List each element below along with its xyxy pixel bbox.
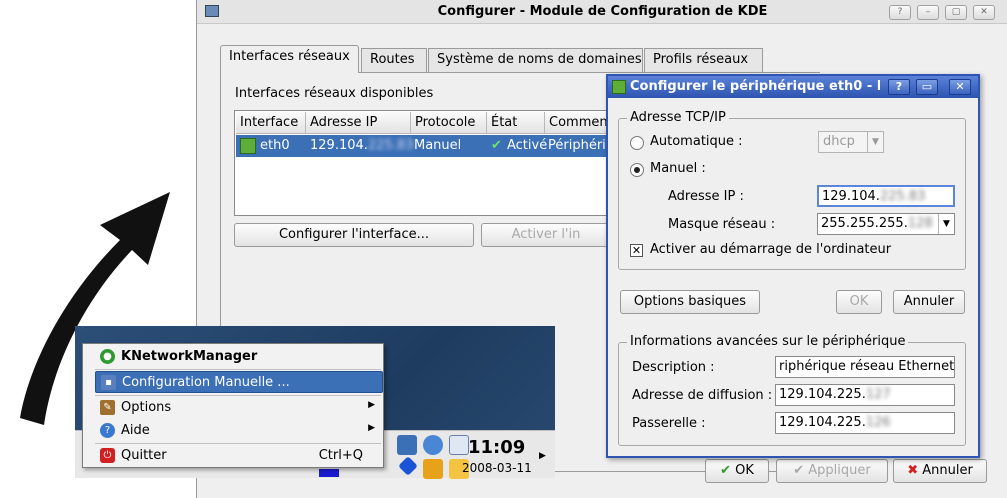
wrench-icon: ✎ [100, 400, 115, 415]
dialog-titlebar[interactable]: Configurer le périphérique eth0 - Mo ? ▭… [608, 76, 978, 98]
gateway-field[interactable]: 129.104.225.126 [775, 412, 955, 434]
check-icon: ✔ [793, 463, 805, 478]
ip-label: Adresse IP : [668, 189, 744, 204]
dialog-ok-button[interactable]: OK [836, 290, 882, 314]
check-icon: ✔ [720, 463, 731, 478]
chevron-right-icon[interactable]: ▶ [539, 451, 546, 461]
knetworkmanager-menu: ● KNetworkManager ▪ Configuration Manuel… [82, 343, 384, 468]
gateway-label: Passerelle : [632, 416, 706, 431]
cell-interface: eth0 [260, 138, 290, 153]
help-icon: ? [100, 423, 115, 438]
description-label: Description : [632, 360, 715, 375]
window-title: Configurer - Module de Configuration de … [437, 4, 768, 19]
ip-value: 129.104. [822, 189, 880, 204]
advanced-info-group-title: Informations avancées sur le périphériqu… [627, 334, 909, 349]
maximize-button[interactable]: ▭ [916, 79, 938, 95]
gateway-hidden: 126 [865, 415, 891, 430]
help-button[interactable]: ? [889, 5, 911, 20]
kopete-icon[interactable] [423, 435, 443, 455]
broadcast-field[interactable]: 129.104.225.127 [775, 384, 955, 406]
tab-profiles[interactable]: Profils réseaux [644, 48, 763, 72]
clock-date: 2008-03-11 [462, 461, 532, 475]
diamond-icon[interactable] [398, 456, 418, 476]
dhcp-value: dhcp [823, 134, 855, 149]
interfaces-table[interactable]: Interface Adresse IP Protocole État Comm… [234, 110, 614, 216]
tab-dns[interactable]: Système de noms de domaines [428, 48, 643, 72]
broadcast-label: Adresse de diffusion : [632, 388, 773, 403]
dhcp-combo[interactable]: dhcp ▼ [818, 131, 884, 153]
configure-interface-button[interactable]: Configurer l'interface... [234, 223, 474, 247]
apply-button[interactable]: ✔ Appliquer [776, 459, 888, 483]
auto-radio[interactable] [630, 136, 644, 150]
chevron-right-icon: ▶ [368, 400, 375, 410]
help-button[interactable]: ? [888, 79, 910, 95]
check-icon: ✔ [491, 138, 502, 153]
gateway-value: 129.104.225. [779, 415, 866, 430]
configure-device-dialog: Configurer le périphérique eth0 - Mo ? ▭… [606, 74, 980, 458]
menu-item-help[interactable]: ? Aide ▶ [95, 420, 383, 442]
cancel-icon: ✖ [907, 463, 919, 478]
window-titlebar[interactable]: Configurer - Module de Configuration de … [197, 0, 1007, 24]
broadcast-value: 129.104.225. [779, 387, 866, 402]
chevron-down-icon: ▼ [867, 132, 883, 152]
cell-state: Activé [507, 138, 548, 153]
ip-hidden: 225.83 [879, 189, 926, 204]
pager-icon[interactable] [319, 469, 339, 477]
cell-comment: Périphériq [548, 138, 614, 153]
col-state[interactable]: État [487, 112, 545, 134]
calendar-icon[interactable] [449, 435, 469, 455]
network-tray-icon[interactable] [397, 435, 417, 455]
mask-value: 255.255.255. [821, 216, 908, 231]
dialog-cancel-button[interactable]: Annuler [893, 290, 965, 314]
auto-label: Automatique : [650, 134, 743, 149]
mask-hidden: 128 [907, 216, 933, 231]
close-button[interactable]: ✕ [949, 79, 971, 95]
available-interfaces-label: Interfaces réseaux disponibles [235, 86, 434, 101]
menu-item-quit[interactable]: ⏻ Quitter Ctrl+Q [95, 445, 383, 467]
col-interface[interactable]: Interface [236, 112, 306, 134]
knetworkmanager-icon: ● [100, 349, 115, 364]
netmask-combo[interactable]: 255.255.255.128 ▼ [817, 213, 955, 235]
tcp-ip-group-title: Adresse TCP/IP [627, 110, 729, 125]
network-icon: ▪ [101, 375, 116, 390]
col-protocol[interactable]: Protocole [411, 112, 487, 134]
broadcast-hidden: 127 [865, 387, 891, 402]
ok-button[interactable]: ✔ OK [705, 459, 769, 483]
menu-item-options[interactable]: ✎ Options ▶ [95, 397, 383, 419]
tab-routes[interactable]: Routes [361, 48, 427, 72]
table-row[interactable]: eth0 129.104. 225.83 Manuel ✔ Activé Pér… [236, 135, 614, 157]
col-comment[interactable]: Comment [545, 112, 613, 134]
menu-item-manual-config[interactable]: ▪ Configuration Manuelle ... [95, 371, 383, 393]
ip-address-field[interactable]: 129.104.225.83 [817, 185, 955, 207]
mask-label: Masque réseau : [668, 217, 776, 232]
description-field[interactable]: riphérique réseau Ethernet [775, 356, 955, 378]
network-card-icon [240, 138, 256, 154]
activate-interface-button[interactable]: Activer l'in [481, 223, 611, 247]
folder-icon[interactable] [423, 459, 443, 479]
col-ip[interactable]: Adresse IP [306, 112, 411, 134]
chevron-right-icon: ▶ [368, 423, 375, 433]
minimize-button[interactable]: – [917, 5, 939, 20]
cell-protocol: Manuel [414, 138, 462, 153]
network-card-icon [612, 80, 626, 94]
boot-activate-label: Activer au démarrage de l'ordinateur [650, 242, 892, 257]
quit-icon: ⏻ [100, 448, 115, 463]
clock-time: 11:09 [468, 437, 526, 458]
cancel-button[interactable]: ✖ Annuler [893, 459, 987, 483]
basic-options-button[interactable]: Options basiques [620, 290, 760, 314]
dialog-title: Configurer le périphérique eth0 - Mo [630, 79, 880, 94]
tab-interfaces[interactable]: Interfaces réseaux [220, 45, 359, 73]
close-button[interactable]: ✕ [973, 5, 995, 20]
maximize-button[interactable]: ▢ [945, 5, 967, 20]
cell-ip: 129.104. [310, 138, 368, 153]
boot-activate-checkbox[interactable]: ✕ [630, 244, 643, 257]
chevron-down-icon: ▼ [938, 214, 954, 234]
quit-shortcut: Ctrl+Q [318, 448, 363, 463]
manual-label: Manuel : [650, 161, 706, 176]
manual-radio[interactable] [630, 163, 644, 177]
cell-ip-hidden: 225.83 [368, 138, 414, 153]
menu-header: ● KNetworkManager [95, 346, 383, 368]
